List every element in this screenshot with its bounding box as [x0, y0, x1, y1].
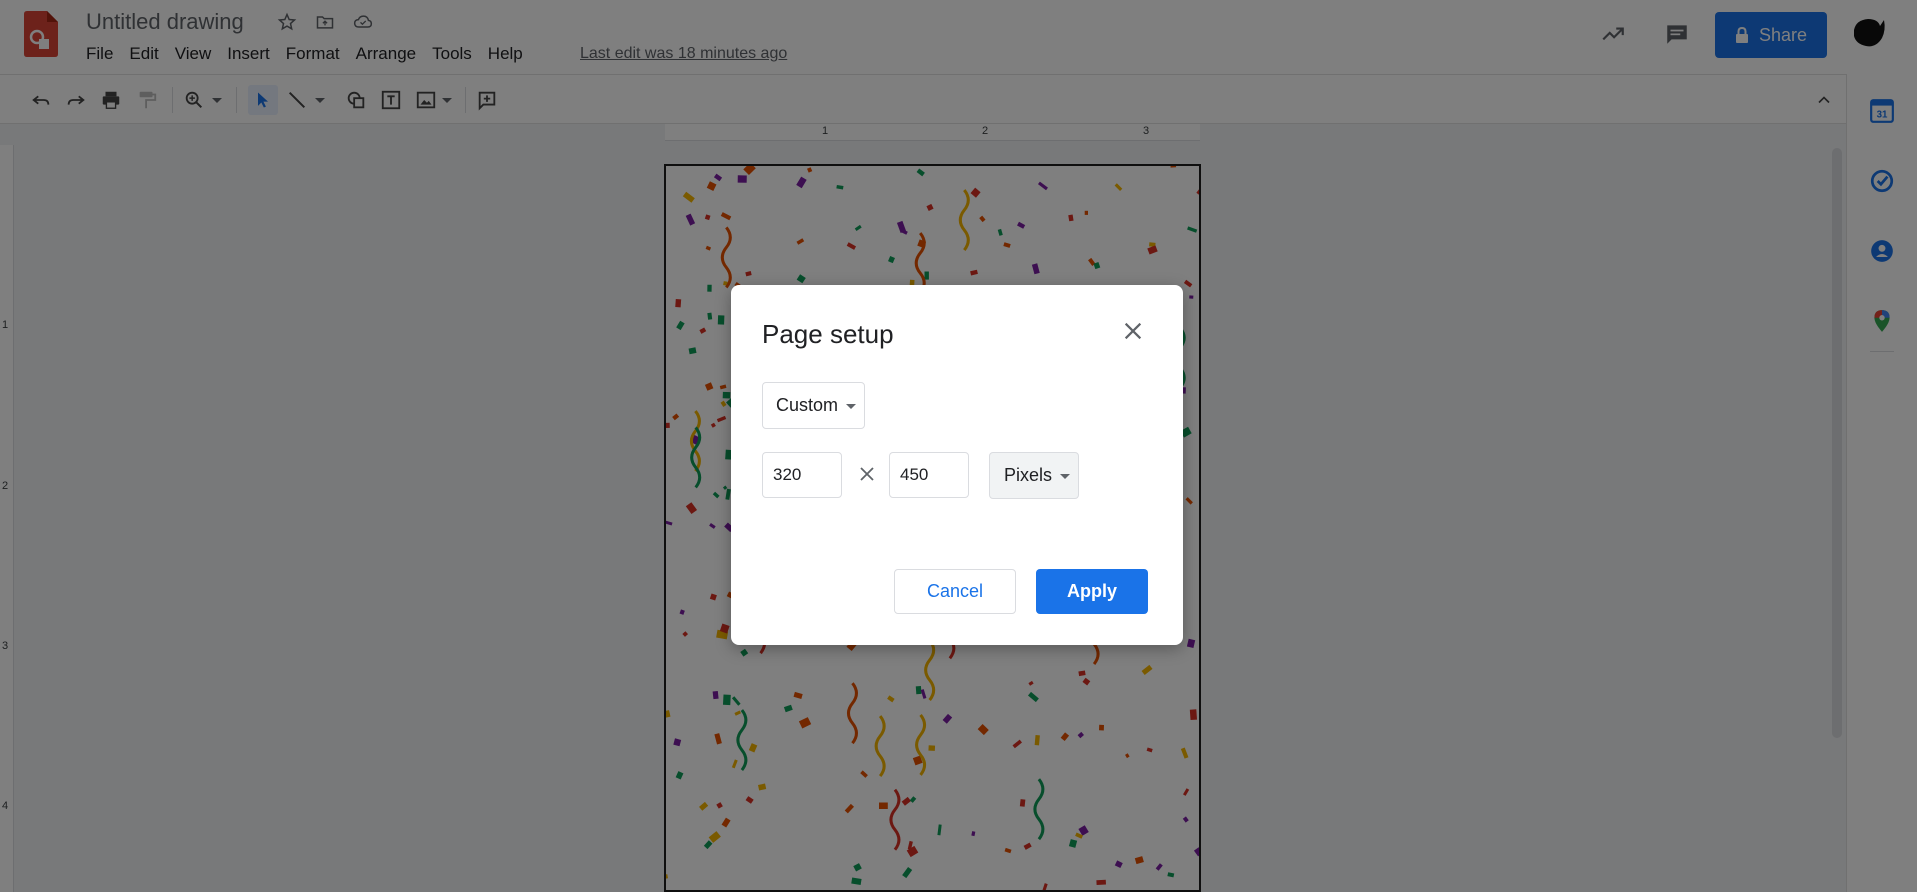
cancel-button[interactable]: Cancel — [894, 569, 1016, 614]
width-input[interactable]: 320 — [762, 452, 842, 498]
preset-value: Custom — [776, 395, 839, 415]
chevron-down-icon — [846, 404, 856, 409]
height-value: 450 — [900, 465, 929, 484]
unit-select[interactable]: Pixels — [989, 452, 1079, 499]
unit-value: Pixels — [1004, 465, 1053, 485]
height-input[interactable]: 450 — [889, 452, 969, 498]
dialog-title: Page setup — [762, 319, 894, 349]
close-icon[interactable] — [1120, 318, 1146, 344]
apply-button[interactable]: Apply — [1036, 569, 1148, 614]
chevron-down-icon — [1060, 474, 1070, 479]
width-value: 320 — [773, 465, 802, 484]
multiply-icon — [857, 464, 877, 484]
page-size-preset-select[interactable]: Custom — [762, 382, 865, 429]
page-setup-dialog: Page setup Custom 320 450 Pixels Cancel … — [731, 285, 1183, 645]
